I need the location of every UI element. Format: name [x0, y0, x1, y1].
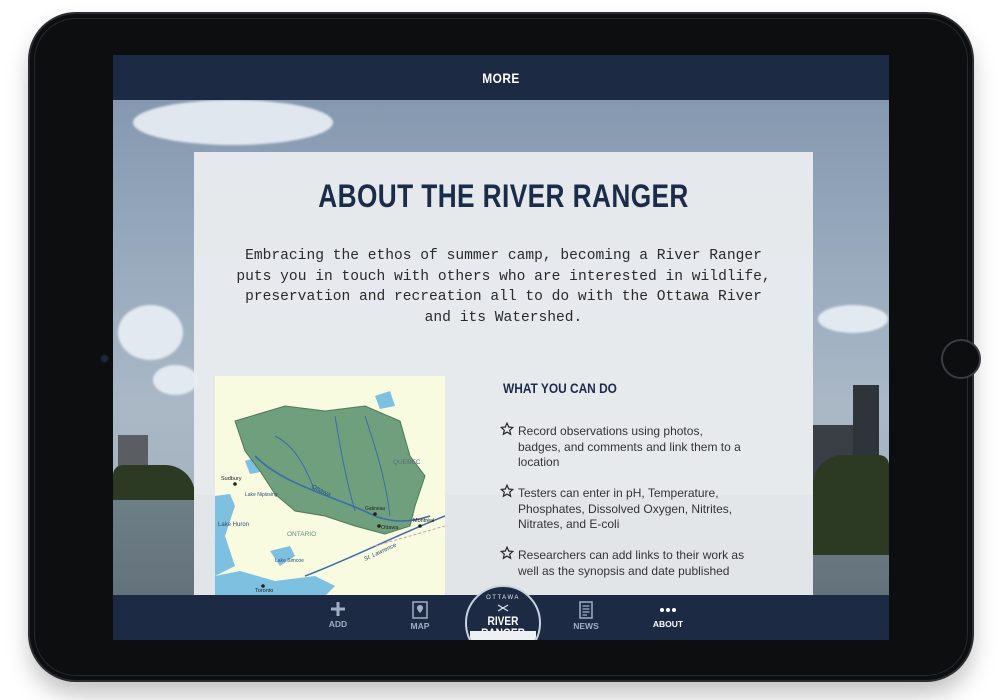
- watershed-map-graphic: QUEBEC ONTARIO Ottawa Ottawa Gatineau Mo…: [215, 376, 445, 596]
- background-trees: [813, 455, 889, 555]
- tab-label: MAP: [410, 621, 430, 631]
- cloud: [818, 305, 888, 333]
- map-label-lake-nipissing: Lake Nipissing: [245, 492, 278, 498]
- tab-label: ABOUT: [652, 619, 684, 629]
- map-label-quebec: QUEBEC: [393, 459, 421, 466]
- badge-arc: [470, 631, 536, 640]
- about-card: ABOUT THE RIVER RANGER Embracing the eth…: [194, 152, 813, 596]
- feature-line: location: [518, 455, 560, 469]
- cloud: [118, 305, 183, 360]
- cloud: [153, 365, 198, 395]
- feature-item: Researchers can add links to their work …: [500, 546, 745, 579]
- camera-icon: [100, 354, 109, 363]
- map-label-montreal: Montréal: [413, 518, 434, 524]
- badge-top-text: OTTAWA: [486, 595, 520, 601]
- features-heading: WHAT YOU CAN DO: [503, 380, 617, 396]
- map-label-gatineau: Gatineau: [365, 506, 386, 512]
- intro-line: preservation and recreation all to do wi…: [245, 289, 762, 305]
- feature-line: Testers can enter in pH, Temperature,: [518, 486, 719, 500]
- map-label-ottawa-city: Ottawa: [381, 525, 399, 531]
- intro-line: puts you in touch with others who are in…: [236, 268, 771, 285]
- map-pin-icon: [412, 601, 428, 619]
- watershed-map: QUEBEC ONTARIO Ottawa Ottawa Gatineau Mo…: [215, 376, 445, 596]
- intro-line: Embracing the ethos of summer camp, beco…: [245, 248, 762, 264]
- feature-line: Phosphates, Dissolved Oxygen, Nitrites,: [518, 501, 733, 516]
- map-label-ontario: ONTARIO: [287, 531, 316, 538]
- tab-about[interactable]: ABOUT: [638, 601, 698, 629]
- cloud: [133, 100, 333, 145]
- map-label-lake-simcoe: Lake Simcoe: [275, 558, 304, 564]
- feature-line: badges, and comments and link them to a: [518, 439, 741, 454]
- feature-line: well as the synopsis and date published: [518, 563, 730, 578]
- feature-line: Nitrates, and E-coli: [518, 517, 620, 531]
- app-screen: MORE ABOUT THE RIVER RANGER Embracing th…: [113, 55, 889, 640]
- tab-label: NEWS: [573, 621, 599, 631]
- top-bar: MORE: [113, 55, 889, 100]
- tab-map[interactable]: MAP: [390, 601, 450, 631]
- paddles-icon: [497, 604, 509, 612]
- more-dots-icon: [660, 608, 676, 612]
- feature-line: Researchers can add links to their work …: [518, 548, 745, 562]
- map-label-lake-huron: Lake Huron: [218, 522, 249, 528]
- about-intro: Embracing the ethos of summer camp, beco…: [219, 246, 788, 328]
- star-icon: [500, 546, 514, 560]
- star-icon: [500, 422, 514, 436]
- tab-label: ADD: [328, 619, 348, 629]
- map-label-toronto: Toronto: [255, 588, 273, 594]
- tab-news[interactable]: NEWS: [556, 601, 616, 631]
- feature-item: Testers can enter in pH, Temperature, Ph…: [500, 484, 745, 533]
- feature-item: Record observations using photos, badges…: [500, 422, 745, 471]
- feature-line: Record observations using photos,: [518, 424, 703, 438]
- about-title: ABOUT THE RIVER RANGER: [318, 178, 689, 214]
- home-button[interactable]: [941, 339, 981, 379]
- background-trees: [113, 465, 195, 500]
- star-icon: [500, 484, 514, 498]
- tab-add[interactable]: ADD: [308, 601, 368, 629]
- page-title: MORE: [482, 69, 520, 86]
- intro-line: and its Watershed.: [424, 309, 583, 326]
- plus-icon: [331, 602, 345, 616]
- news-icon: [579, 601, 593, 619]
- map-label-sudbury: Sudbury: [221, 476, 242, 482]
